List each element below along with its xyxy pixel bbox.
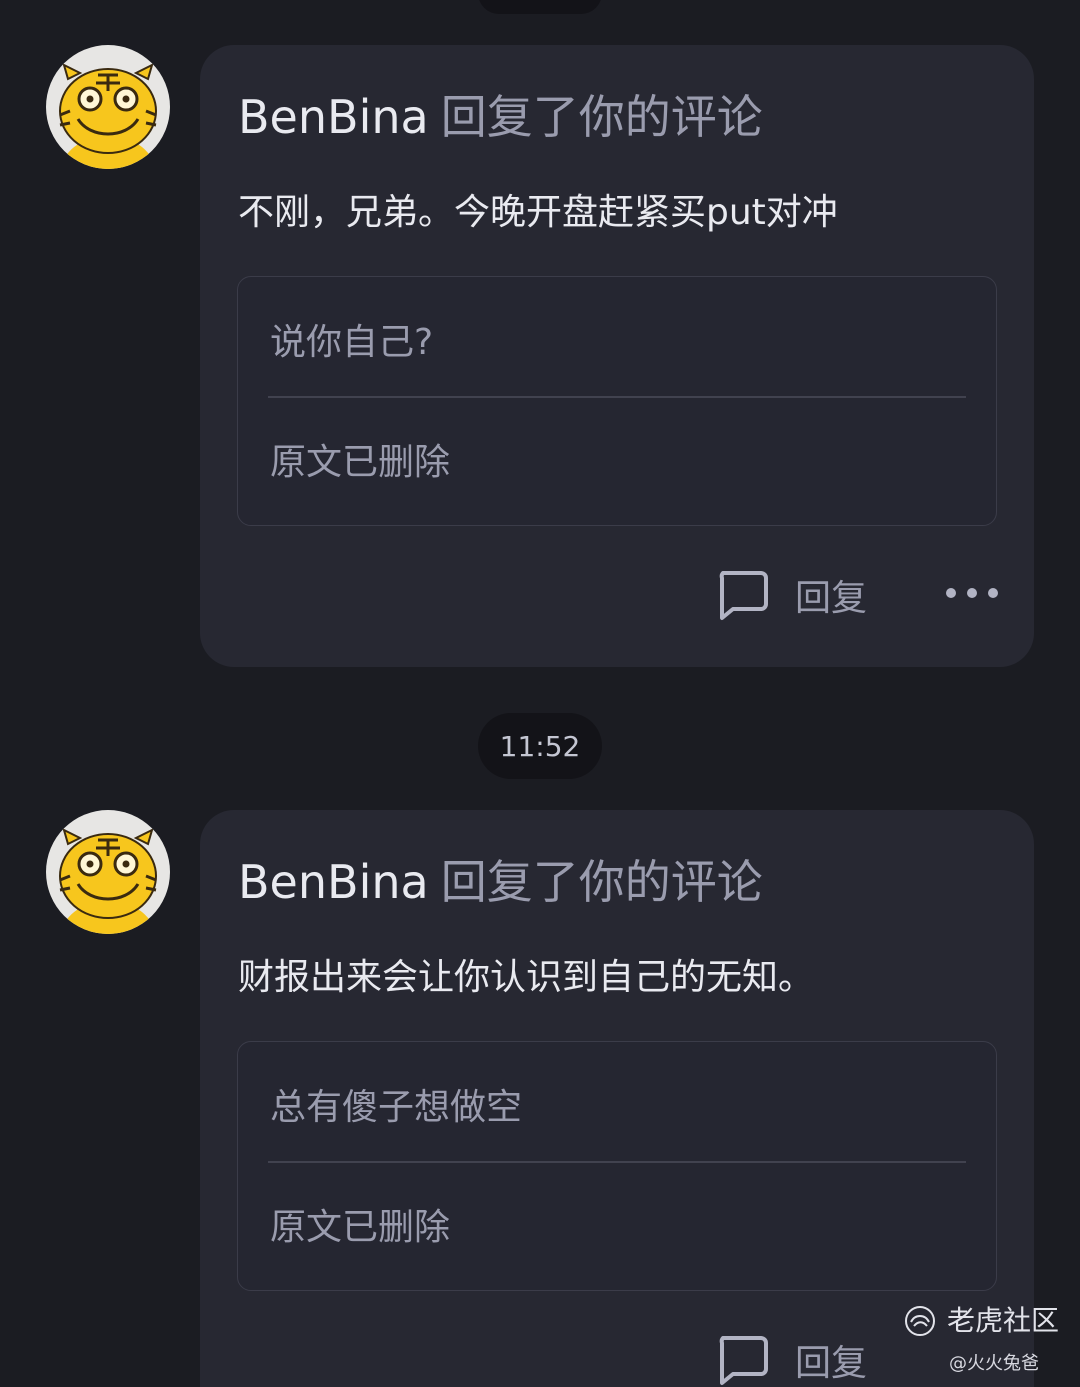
watermark-user: @火火兔爸 xyxy=(949,1353,1039,1374)
username[interactable]: BenBina xyxy=(238,90,429,144)
comment-icon xyxy=(719,571,768,620)
tiger-avatar-icon xyxy=(59,63,157,169)
reply-label: 回复 xyxy=(795,1343,868,1384)
watermark: 老虎社区 @火火兔爸 xyxy=(903,1303,1073,1383)
reply-content: 不刚，兄弟。今晚开盘赶紧买put对冲 xyxy=(238,192,838,233)
tiger-community-logo-icon xyxy=(903,1304,937,1338)
more-dot xyxy=(967,588,977,598)
avatar[interactable] xyxy=(46,810,170,934)
reply-button[interactable]: 回复 xyxy=(715,569,867,621)
original-post-text: 原文已删除 xyxy=(270,1207,451,1248)
notification-card[interactable]: BenBina 回复了你的评论 不刚，兄弟。今晚开盘赶紧买put对冲 说你自己? … xyxy=(200,45,1034,667)
reply-label: 回复 xyxy=(795,578,868,619)
original-post-text: 原文已删除 xyxy=(270,442,451,483)
tiger-avatar-icon xyxy=(59,828,157,934)
reply-content: 财报出来会让你认识到自己的无知。 xyxy=(238,957,815,998)
comment-icon xyxy=(719,1336,768,1385)
timestamp: 11:52 xyxy=(478,713,602,779)
divider xyxy=(268,1161,966,1163)
quoted-comment[interactable]: 总有傻子想做空 原文已删除 xyxy=(237,1041,997,1291)
notification-screen: BenBina 回复了你的评论 不刚，兄弟。今晚开盘赶紧买put对冲 说你自己? … xyxy=(0,0,1080,1387)
time-separator-pill xyxy=(478,0,602,14)
more-dot xyxy=(988,588,998,598)
watermark-brand: 老虎社区 xyxy=(947,1304,1060,1337)
notification-action: 回复了你的评论 xyxy=(440,90,763,144)
reply-button[interactable]: 回复 xyxy=(715,1334,867,1386)
notification-action: 回复了你的评论 xyxy=(440,855,763,909)
quoted-comment[interactable]: 说你自己? 原文已删除 xyxy=(237,276,997,526)
notification-header: BenBina 回复了你的评论 xyxy=(238,89,763,145)
more-horizontal-icon[interactable] xyxy=(946,578,998,608)
notification-card[interactable]: BenBina 回复了你的评论 财报出来会让你认识到自己的无知。 总有傻子想做空 … xyxy=(200,810,1034,1387)
more-dot xyxy=(946,588,956,598)
notification-header: BenBina 回复了你的评论 xyxy=(238,854,763,910)
avatar[interactable] xyxy=(46,45,170,169)
divider xyxy=(268,396,966,398)
my-comment-text: 总有傻子想做空 xyxy=(270,1087,523,1128)
username[interactable]: BenBina xyxy=(238,855,429,909)
my-comment-text: 说你自己? xyxy=(270,322,434,363)
